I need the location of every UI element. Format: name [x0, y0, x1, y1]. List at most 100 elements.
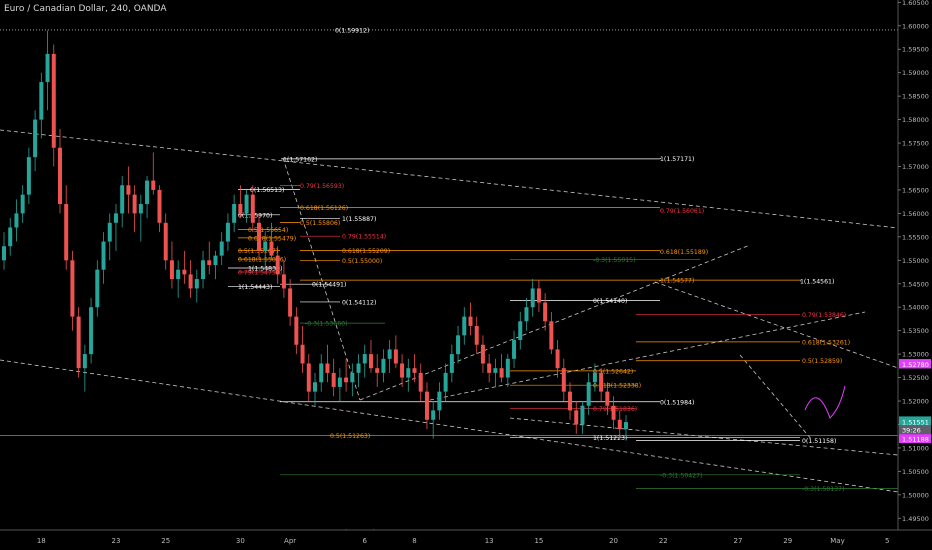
price-tick-label: 1.60000: [902, 22, 929, 30]
candle-body: [555, 349, 560, 369]
fib-level-label: 0.5(1.52859): [802, 358, 842, 365]
time-tick-label: 27: [733, 537, 742, 545]
candle-body: [512, 340, 517, 359]
candle-body: [480, 344, 485, 364]
candle-body: [319, 363, 324, 383]
candle-body: [412, 368, 417, 373]
candle-body: [574, 410, 579, 425]
price-chart[interactable]: 0(1.59912) 1(1.57162) 1(1.57171) 0(1.56513)…: [0, 0, 932, 550]
fib-level-label: 0(1.51984): [660, 399, 694, 406]
candle-body: [26, 157, 31, 195]
candle-body: [530, 288, 535, 308]
time-tick-label: 29: [783, 537, 792, 545]
candle-body: [64, 204, 69, 261]
candle-body: [89, 307, 94, 355]
candle-body: [561, 368, 566, 392]
fib-level-label: 0.79(1.53846): [802, 312, 846, 319]
candle-body: [113, 213, 118, 223]
candle-body: [580, 405, 585, 425]
candle-body: [418, 372, 423, 392]
fib-level-label: 0.618(1.55209): [342, 248, 390, 255]
candle-body: [518, 321, 523, 341]
candle-body: [95, 269, 100, 308]
trendline: [0, 359, 899, 493]
price-axis[interactable]: 1.60500 1.60000 1.59500 1.59000 1.58500 1.580…: [897, 0, 932, 550]
candle-body: [325, 363, 330, 373]
fib-level-label: 0.79(1.55514): [342, 234, 386, 241]
fib-level-label: 0(1.54491): [312, 282, 346, 289]
candle-body: [586, 382, 591, 406]
candle-body: [568, 391, 573, 411]
fib-level-label: 0.79(1.56593): [300, 183, 344, 190]
candle-body: [313, 382, 317, 392]
candle-body: [145, 180, 150, 205]
candle-body: [617, 419, 622, 430]
candle-body: [375, 368, 380, 373]
candle-body: [543, 302, 548, 322]
price-tick-label: 1.57500: [902, 140, 929, 148]
candle-body: [269, 241, 274, 256]
fib-level-label: 0.5(1.51263): [330, 433, 370, 440]
candle-body: [424, 391, 429, 420]
candle-body: [611, 405, 616, 420]
time-axis[interactable]: 18 23 25 30 Apr 6 8 13 15 20 22 27 29 May 5: [0, 529, 932, 550]
candle-body: [281, 274, 286, 289]
fib-level-label: 0(1.54112): [342, 299, 376, 306]
price-badge-label: 39:26: [902, 427, 921, 435]
time-tick-label: 20: [609, 537, 618, 545]
candle-body: [182, 269, 187, 275]
price-tick-label: 1.52000: [902, 398, 929, 406]
candle-body: [188, 274, 193, 289]
price-tick-label: 1.56500: [902, 186, 929, 194]
candle-body: [605, 391, 610, 406]
candle-body: [126, 185, 131, 195]
candle-body: [107, 222, 112, 242]
price-tick-label: 1.55000: [902, 257, 929, 265]
candle-body: [536, 288, 541, 303]
price-tick-label: 1.58000: [902, 116, 929, 124]
fib-levels-layer: 0(1.59912) 1(1.57162) 1(1.57171) 0(1.56513)…: [0, 27, 898, 536]
candle-body: [132, 194, 137, 214]
candle-body: [33, 119, 38, 158]
candle-body: [138, 204, 143, 214]
candle-body: [306, 363, 311, 392]
candle-body: [599, 372, 604, 392]
candle-body: [592, 372, 597, 383]
candle-body: [406, 368, 411, 378]
chart-title: Euro / Canadian Dollar, 240, OANDA: [4, 4, 167, 14]
candle-body: [232, 204, 237, 223]
fib-level-label: 1(1.57171): [660, 156, 694, 163]
fib-level-label: -0.3(1.50427): [660, 472, 703, 479]
time-tick-label: 25: [161, 537, 170, 545]
price-tick-label: 1.50500: [902, 468, 929, 476]
candle-body: [163, 222, 168, 261]
candle-body: [250, 194, 255, 223]
fib-level-label: 0.618(1.55479): [248, 235, 296, 242]
candle-body: [493, 368, 498, 373]
projection-arrow: [804, 385, 846, 419]
time-axis-bg: [0, 530, 932, 550]
candle-body: [300, 344, 305, 364]
candle-body: [51, 53, 56, 148]
candle-body: [57, 147, 62, 205]
fib-level-label: 1(1.51223): [593, 435, 627, 442]
candle-body: [213, 255, 218, 265]
candle-body: [431, 410, 436, 420]
candle-body: [337, 377, 342, 387]
candle-body: [263, 241, 268, 251]
trendline: [654, 281, 899, 369]
price-tick-label: 1.59500: [902, 46, 929, 54]
price-tick-label: 1.59000: [902, 69, 929, 77]
time-tick-label: 6: [363, 537, 368, 545]
price-tick-label: 1.52500: [902, 374, 929, 382]
candle-body: [207, 260, 212, 265]
price-badge-label: 1.52780: [902, 361, 929, 369]
time-tick-label: Apr: [284, 537, 296, 545]
candle-body: [387, 349, 392, 359]
fib-level-label: 0(1.51158): [802, 438, 836, 445]
price-tick-label: 1.53000: [902, 351, 929, 359]
fib-level-label: 1(1.54443): [238, 284, 272, 291]
candle-body: [14, 213, 19, 228]
time-tick-label: 15: [534, 537, 543, 545]
candle-body: [624, 422, 628, 430]
